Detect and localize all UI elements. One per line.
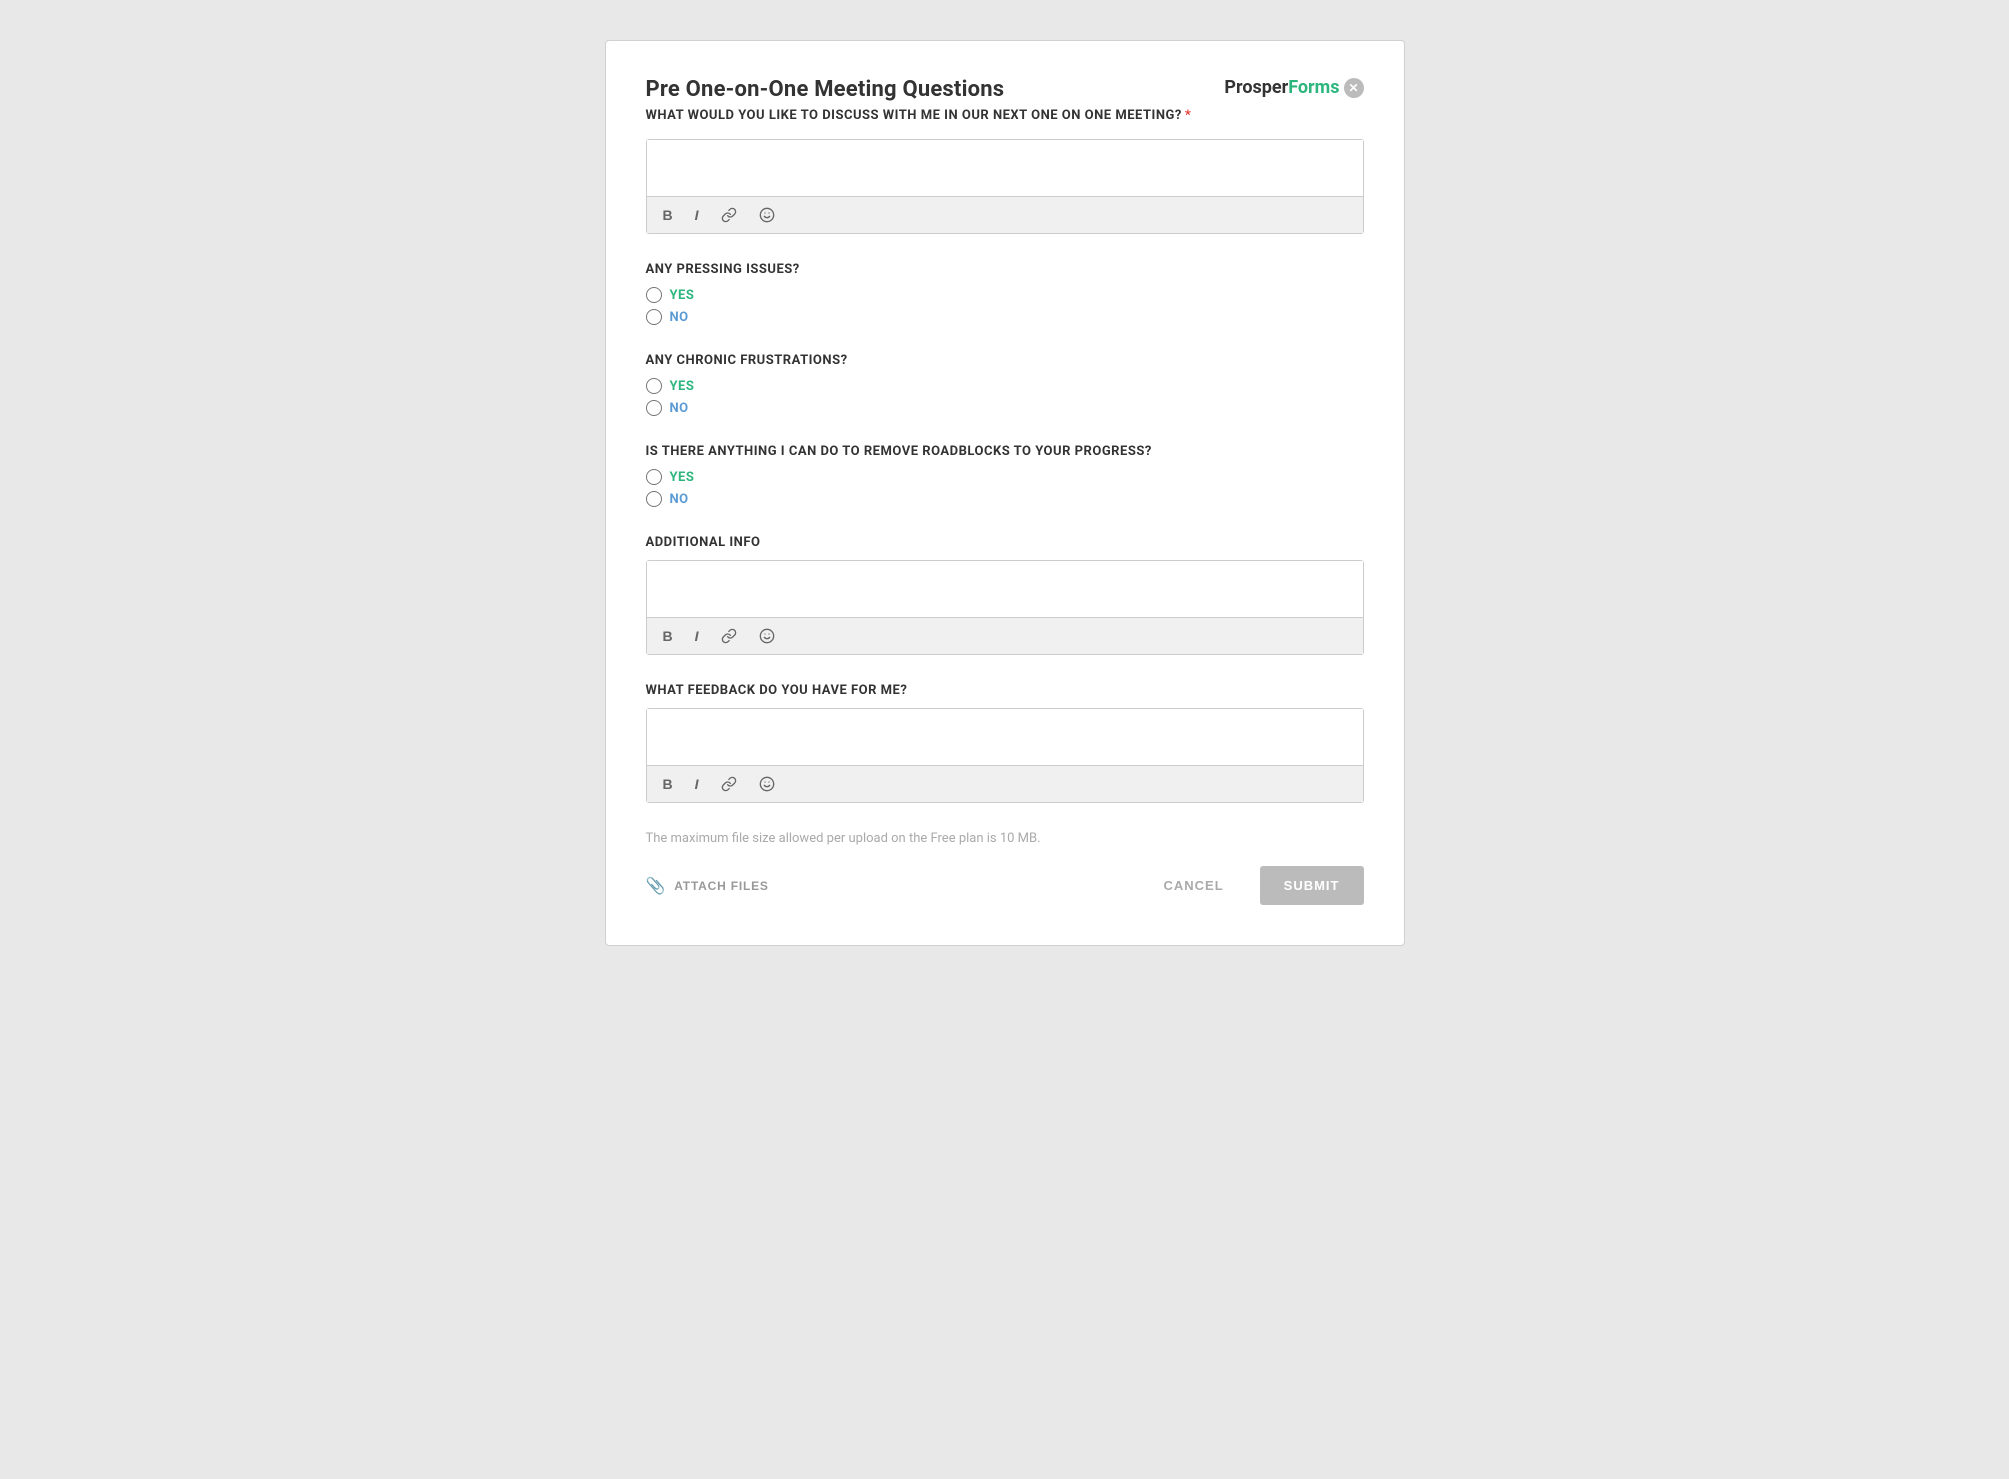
roadblocks-yes-radio[interactable] bbox=[646, 469, 662, 485]
italic-button-1[interactable]: I bbox=[691, 205, 703, 225]
pressing-issues-no-option[interactable]: NO bbox=[646, 309, 1364, 325]
form-subtitle: WHAT WOULD YOU LIKE TO DISCUSS WITH ME I… bbox=[646, 108, 1364, 123]
form-header: Pre One-on-One Meeting Questions Prosper… bbox=[646, 77, 1364, 102]
submit-button[interactable]: SUBMIT bbox=[1260, 866, 1364, 905]
paperclip-icon: 📎 bbox=[646, 876, 667, 896]
discuss-toolbar: B I bbox=[647, 196, 1363, 233]
roadblocks-label: IS THERE ANYTHING I CAN DO TO REMOVE ROA… bbox=[646, 444, 1364, 459]
additional-info-toolbar: B I bbox=[647, 617, 1363, 654]
pressing-issues-section: ANY PRESSING ISSUES? YES NO bbox=[646, 262, 1364, 325]
chronic-frustrations-no-radio[interactable] bbox=[646, 400, 662, 416]
attach-files-label: ATTACH FILES bbox=[674, 879, 768, 893]
roadblocks-section: IS THERE ANYTHING I CAN DO TO REMOVE ROA… bbox=[646, 444, 1364, 507]
chronic-frustrations-yes-label: YES bbox=[670, 379, 695, 394]
logo-forms: Forms bbox=[1288, 77, 1339, 98]
link-button-3[interactable] bbox=[717, 774, 741, 794]
chronic-frustrations-section: ANY CHRONIC FRUSTRATIONS? YES NO bbox=[646, 353, 1364, 416]
bold-button-3[interactable]: B bbox=[659, 774, 677, 794]
bold-button-1[interactable]: B bbox=[659, 205, 677, 225]
discuss-richtext: B I bbox=[646, 139, 1364, 234]
additional-info-input[interactable] bbox=[647, 561, 1363, 613]
emoji-button-2[interactable] bbox=[755, 626, 779, 646]
form-title: Pre One-on-One Meeting Questions bbox=[646, 77, 1005, 102]
form-footer: 📎 ATTACH FILES CANCEL SUBMIT bbox=[646, 866, 1364, 905]
close-button[interactable]: ✕ bbox=[1344, 78, 1364, 98]
logo-area: Prosper Forms ✕ bbox=[1224, 77, 1363, 98]
pressing-issues-yes-label: YES bbox=[670, 288, 695, 303]
roadblocks-no-radio[interactable] bbox=[646, 491, 662, 507]
feedback-label: WHAT FEEDBACK DO YOU HAVE FOR ME? bbox=[646, 683, 1364, 698]
feedback-toolbar: B I bbox=[647, 765, 1363, 802]
pressing-issues-no-label: NO bbox=[670, 310, 689, 325]
chronic-frustrations-no-option[interactable]: NO bbox=[646, 400, 1364, 416]
pressing-issues-radio-group: YES NO bbox=[646, 287, 1364, 325]
discuss-input[interactable] bbox=[647, 140, 1363, 192]
roadblocks-radio-group: YES NO bbox=[646, 469, 1364, 507]
chronic-frustrations-radio-group: YES NO bbox=[646, 378, 1364, 416]
italic-button-2[interactable]: I bbox=[691, 626, 703, 646]
feedback-input[interactable] bbox=[647, 709, 1363, 761]
emoji-button-3[interactable] bbox=[755, 774, 779, 794]
footer-actions: CANCEL SUBMIT bbox=[1147, 866, 1363, 905]
link-icon-1 bbox=[721, 207, 737, 223]
logo-prosper: Prosper bbox=[1224, 77, 1288, 98]
bold-button-2[interactable]: B bbox=[659, 626, 677, 646]
additional-info-section: ADDITIONAL INFO B I bbox=[646, 535, 1364, 655]
link-icon-3 bbox=[721, 776, 737, 792]
additional-info-label: ADDITIONAL INFO bbox=[646, 535, 1364, 550]
roadblocks-yes-option[interactable]: YES bbox=[646, 469, 1364, 485]
pressing-issues-yes-option[interactable]: YES bbox=[646, 287, 1364, 303]
italic-button-3[interactable]: I bbox=[691, 774, 703, 794]
chronic-frustrations-yes-radio[interactable] bbox=[646, 378, 662, 394]
chronic-frustrations-yes-option[interactable]: YES bbox=[646, 378, 1364, 394]
cancel-button[interactable]: CANCEL bbox=[1147, 868, 1239, 903]
pressing-issues-no-radio[interactable] bbox=[646, 309, 662, 325]
roadblocks-no-option[interactable]: NO bbox=[646, 491, 1364, 507]
attach-files-button[interactable]: 📎 ATTACH FILES bbox=[646, 876, 769, 896]
chronic-frustrations-label: ANY CHRONIC FRUSTRATIONS? bbox=[646, 353, 1364, 368]
emoji-icon-2 bbox=[759, 628, 775, 644]
required-indicator: * bbox=[1185, 108, 1191, 123]
pressing-issues-yes-radio[interactable] bbox=[646, 287, 662, 303]
emoji-button-1[interactable] bbox=[755, 205, 779, 225]
form-title-text: Pre One-on-One Meeting Questions bbox=[646, 77, 1005, 102]
emoji-icon-1 bbox=[759, 207, 775, 223]
roadblocks-yes-label: YES bbox=[670, 470, 695, 485]
pressing-issues-label: ANY PRESSING ISSUES? bbox=[646, 262, 1364, 277]
link-icon-2 bbox=[721, 628, 737, 644]
feedback-section: WHAT FEEDBACK DO YOU HAVE FOR ME? B I bbox=[646, 683, 1364, 803]
additional-info-richtext: B I bbox=[646, 560, 1364, 655]
roadblocks-no-label: NO bbox=[670, 492, 689, 507]
form-container: Pre One-on-One Meeting Questions Prosper… bbox=[605, 40, 1405, 946]
emoji-icon-3 bbox=[759, 776, 775, 792]
file-upload-note: The maximum file size allowed per upload… bbox=[646, 831, 1364, 846]
feedback-richtext: B I bbox=[646, 708, 1364, 803]
link-button-1[interactable] bbox=[717, 205, 741, 225]
chronic-frustrations-no-label: NO bbox=[670, 401, 689, 416]
link-button-2[interactable] bbox=[717, 626, 741, 646]
